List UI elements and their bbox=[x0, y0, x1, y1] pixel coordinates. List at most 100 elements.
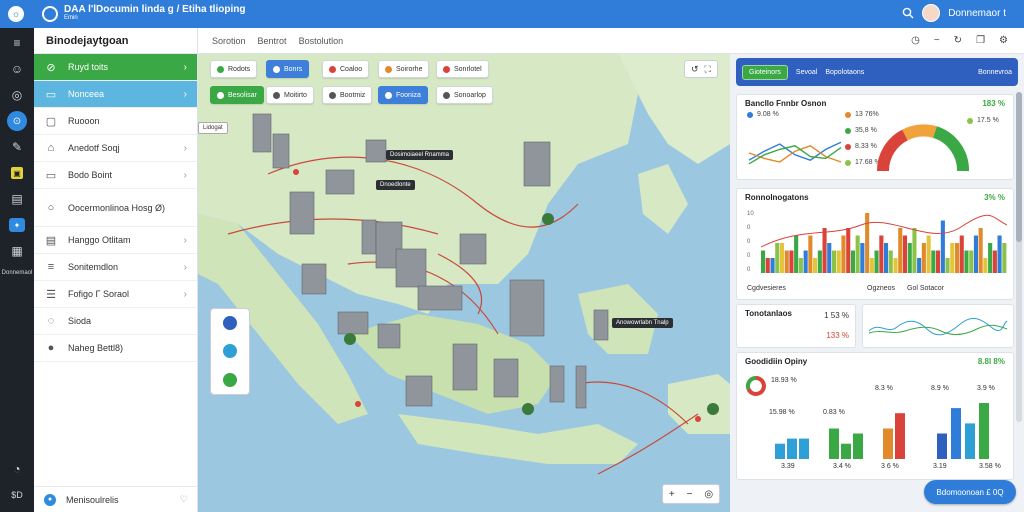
sidebar-item[interactable]: ▭ Bodo Boint › bbox=[34, 162, 197, 189]
filter-chip[interactable]: Besolisar bbox=[210, 86, 264, 104]
sidebar-item-label: Naheg Bettl8) bbox=[68, 343, 124, 353]
bar bbox=[883, 428, 893, 459]
map-canvas bbox=[198, 54, 730, 475]
filter-chip[interactable]: Coaloo bbox=[322, 60, 370, 78]
wallet-icon[interactable]: $D bbox=[0, 482, 34, 508]
locate-icon[interactable]: ◎ bbox=[704, 489, 713, 500]
map-view[interactable]: Rodots Bonrs Coaloo Soirorhe Sonrlotel Besol… bbox=[198, 54, 730, 512]
bar bbox=[940, 220, 945, 273]
map-label[interactable]: Dnoedlonte bbox=[376, 180, 415, 190]
search-icon[interactable] bbox=[902, 7, 914, 19]
sidebar-item[interactable]: ⌂ Anedotf Soqj › bbox=[34, 135, 197, 162]
heart-icon[interactable]: ♡ bbox=[180, 494, 188, 505]
sidebar-item[interactable]: ▭ Nonceea › bbox=[34, 81, 197, 108]
rotate-icon[interactable]: ↺ bbox=[691, 64, 699, 75]
breadcrumb-item[interactable]: Bentrot bbox=[258, 36, 287, 46]
filter-chip[interactable]: Fooniza bbox=[378, 86, 428, 104]
scrollbar-thumb[interactable] bbox=[1016, 92, 1022, 242]
chevron-right-icon: › bbox=[183, 142, 187, 154]
map-label[interactable]: Dosimoiaeel Rnamma bbox=[386, 150, 454, 160]
bar-chart bbox=[761, 213, 1007, 273]
compass-icon[interactable]: ⊙ bbox=[0, 108, 34, 134]
sidebar-item[interactable]: ≡ Sonitemdlon › bbox=[34, 254, 197, 281]
chevron-right-icon: › bbox=[183, 234, 187, 246]
sidebar-item-label: Ruooon bbox=[68, 116, 100, 126]
map-label[interactable]: Anowowrlabn Tnalp bbox=[612, 318, 673, 328]
zoom-in-button[interactable]: + bbox=[669, 489, 675, 500]
camera-icon[interactable]: ✦ bbox=[0, 212, 34, 238]
bar bbox=[869, 258, 874, 273]
x-axis-label: 3 6 % bbox=[881, 463, 899, 470]
breadcrumb-item[interactable]: Bostolutlon bbox=[299, 36, 344, 46]
fullscreen-icon[interactable]: ⛶ bbox=[705, 64, 711, 75]
sidebar-item-label: Fofigo Γ Soraol bbox=[68, 289, 129, 299]
chip-icon bbox=[329, 91, 336, 99]
bar bbox=[959, 235, 964, 273]
sidebar-item[interactable]: ● Naheg Bettl8) bbox=[34, 335, 197, 362]
bar bbox=[1002, 243, 1007, 273]
clock-icon[interactable]: ◷ bbox=[911, 35, 920, 46]
brand-subtitle: Emin bbox=[64, 15, 78, 21]
sidebar-item[interactable]: ⊘ Ruyd toits › bbox=[34, 54, 197, 81]
pin-icon[interactable]: ✎ bbox=[0, 134, 34, 160]
layer-toggle-icon[interactable] bbox=[223, 372, 237, 387]
floating-action-button[interactable]: Bdomoonoan £ 0Q bbox=[924, 480, 1016, 504]
settings-icon[interactable]: ⚙ bbox=[999, 35, 1008, 46]
filter-chip[interactable]: Bootmiz bbox=[322, 86, 373, 104]
layer-panel bbox=[210, 308, 250, 395]
panel-tag[interactable]: Gioteinors bbox=[742, 64, 788, 80]
bar bbox=[822, 228, 827, 273]
legend-swatch bbox=[747, 111, 753, 118]
card-title: Goodidiin Opiny bbox=[745, 357, 808, 366]
donut-label: 18.93 % bbox=[771, 377, 797, 384]
brand[interactable]: DAA l'lDocumin linda g / Etiha tlioping … bbox=[42, 5, 245, 23]
panel-tab[interactable]: Sevoal bbox=[796, 69, 817, 76]
filter-chip[interactable]: Moitirto bbox=[266, 86, 314, 104]
user-name[interactable]: Donnemaor t bbox=[948, 8, 1006, 19]
filter-chip[interactable]: Sonrlotel bbox=[436, 60, 489, 78]
legend-item: 8.33 % bbox=[845, 143, 877, 150]
bar bbox=[779, 243, 784, 273]
folder-icon[interactable]: ▣ bbox=[0, 160, 34, 186]
filter-chip[interactable]: Rodots bbox=[210, 60, 258, 78]
x-axis-label: Cgdvesieres bbox=[747, 285, 786, 292]
grid-icon[interactable]: ▤ bbox=[0, 186, 34, 212]
user-icon[interactable]: ☺ bbox=[0, 56, 34, 82]
panel-header-right[interactable]: Bonnevroa bbox=[978, 69, 1012, 76]
scrollbar[interactable] bbox=[1016, 92, 1022, 422]
copy-icon[interactable]: ❐ bbox=[976, 35, 985, 46]
layer-toggle-icon[interactable] bbox=[223, 344, 237, 359]
minus-icon[interactable]: − bbox=[934, 35, 940, 46]
globe-icon[interactable]: ◎ bbox=[0, 82, 34, 108]
zoom-out-button[interactable]: − bbox=[687, 489, 693, 500]
sidebar-item[interactable]: ☰ Fofigo Γ Soraol › bbox=[34, 281, 197, 308]
panel-tab[interactable]: Bopolotaons bbox=[825, 69, 864, 76]
sidebar-item[interactable]: ▤ Hanggo Otlitam › bbox=[34, 227, 197, 254]
refresh-icon[interactable]: ↻ bbox=[954, 35, 962, 46]
filter-chip[interactable]: Sonoarlop bbox=[436, 86, 493, 104]
layer-toggle-icon[interactable] bbox=[223, 316, 237, 331]
bar bbox=[775, 443, 785, 459]
app-logo-icon[interactable]: ☼ bbox=[8, 6, 24, 22]
y-tick-label: 0 bbox=[747, 267, 751, 273]
card-value: 8.8l 8% bbox=[977, 357, 1005, 366]
menu-icon[interactable]: ≡ bbox=[0, 30, 34, 56]
filter-chip[interactable]: Bonrs bbox=[266, 60, 310, 78]
sidebar-footer[interactable]: ● Menisoulrelis ♡ bbox=[34, 486, 198, 512]
chip-label: Rodots bbox=[228, 65, 251, 73]
sidebar-item[interactable]: ▢ Ruooon bbox=[34, 108, 197, 135]
sidebar: Binodejaytgoan ⊘ Ruyd toits › ▭ Nonceea › ▢ Ruo… bbox=[34, 28, 198, 512]
image-icon[interactable]: ▦ bbox=[0, 238, 34, 264]
sidebar-item-icon: ◌ bbox=[47, 315, 55, 327]
filter-chip[interactable]: Soirorhe bbox=[378, 60, 430, 78]
sidebar-item[interactable]: ◌ Sioda bbox=[34, 308, 197, 335]
avatar[interactable] bbox=[922, 4, 941, 22]
breadcrumb-item[interactable]: Sorotion bbox=[212, 36, 246, 46]
sidebar-item[interactable]: ○ Oocermonlinoa Hosg Ø) bbox=[34, 189, 197, 227]
map-tools[interactable]: ↺ ⛶ bbox=[684, 60, 718, 78]
chip-icon bbox=[385, 91, 392, 99]
bar bbox=[874, 250, 879, 273]
bar bbox=[770, 258, 775, 273]
help-icon[interactable]: ◔ bbox=[0, 456, 34, 482]
bar bbox=[808, 235, 813, 273]
